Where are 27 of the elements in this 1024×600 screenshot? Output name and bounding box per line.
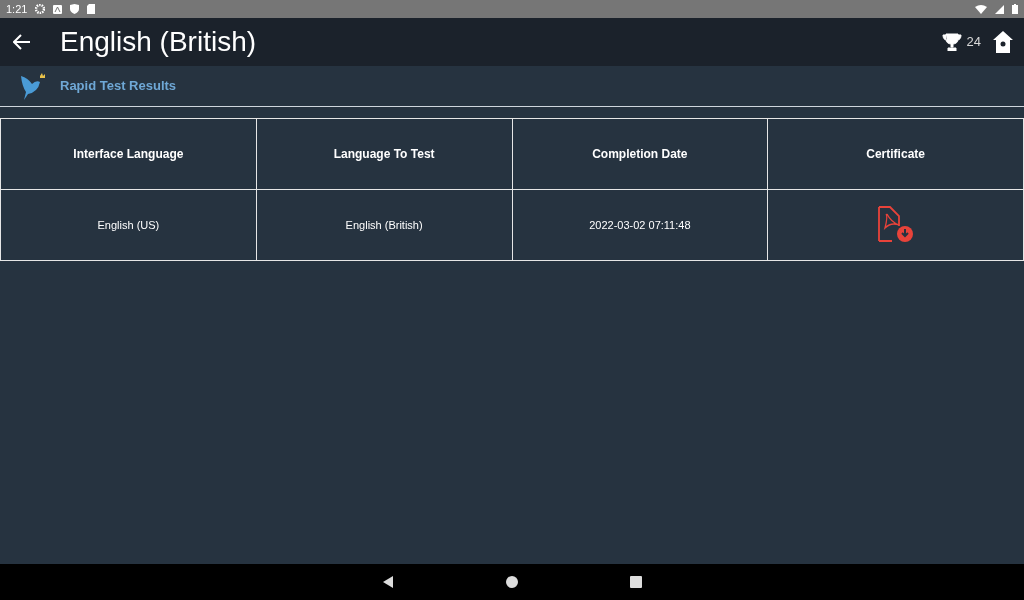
signal-icon — [995, 4, 1004, 14]
settings-icon — [35, 4, 46, 14]
table-cell: English (US) — [0, 189, 257, 261]
column-header: Certificate — [767, 118, 1024, 190]
home-nav-icon[interactable] — [506, 576, 518, 588]
sd-card-icon — [87, 4, 96, 14]
table-cell: 2022-03-02 07:11:48 — [512, 189, 768, 261]
column-header: Completion Date — [512, 118, 768, 190]
table-cell: English (British) — [256, 189, 512, 261]
back-nav-icon[interactable] — [382, 576, 394, 588]
page-title: English (British) — [60, 25, 257, 59]
wifi-icon — [975, 4, 987, 14]
trophy-count: 24 — [966, 33, 981, 52]
shield-icon — [70, 4, 80, 14]
trophy-icon — [941, 33, 962, 51]
section-title: Rapid Test Results — [60, 77, 177, 96]
back-arrow-icon — [13, 34, 31, 50]
battery-icon — [1012, 4, 1018, 14]
status-time: 1:21 — [6, 1, 28, 17]
birdhouse-icon — [993, 31, 1013, 53]
bird-logo-icon — [20, 72, 46, 100]
column-header: Language To Test — [256, 118, 512, 190]
pdf-download-icon — [876, 206, 915, 244]
column-header: Interface Language — [0, 118, 257, 190]
notification-icon — [53, 4, 63, 14]
home-button[interactable] — [993, 31, 1013, 53]
certificate-download-button[interactable] — [876, 206, 915, 244]
